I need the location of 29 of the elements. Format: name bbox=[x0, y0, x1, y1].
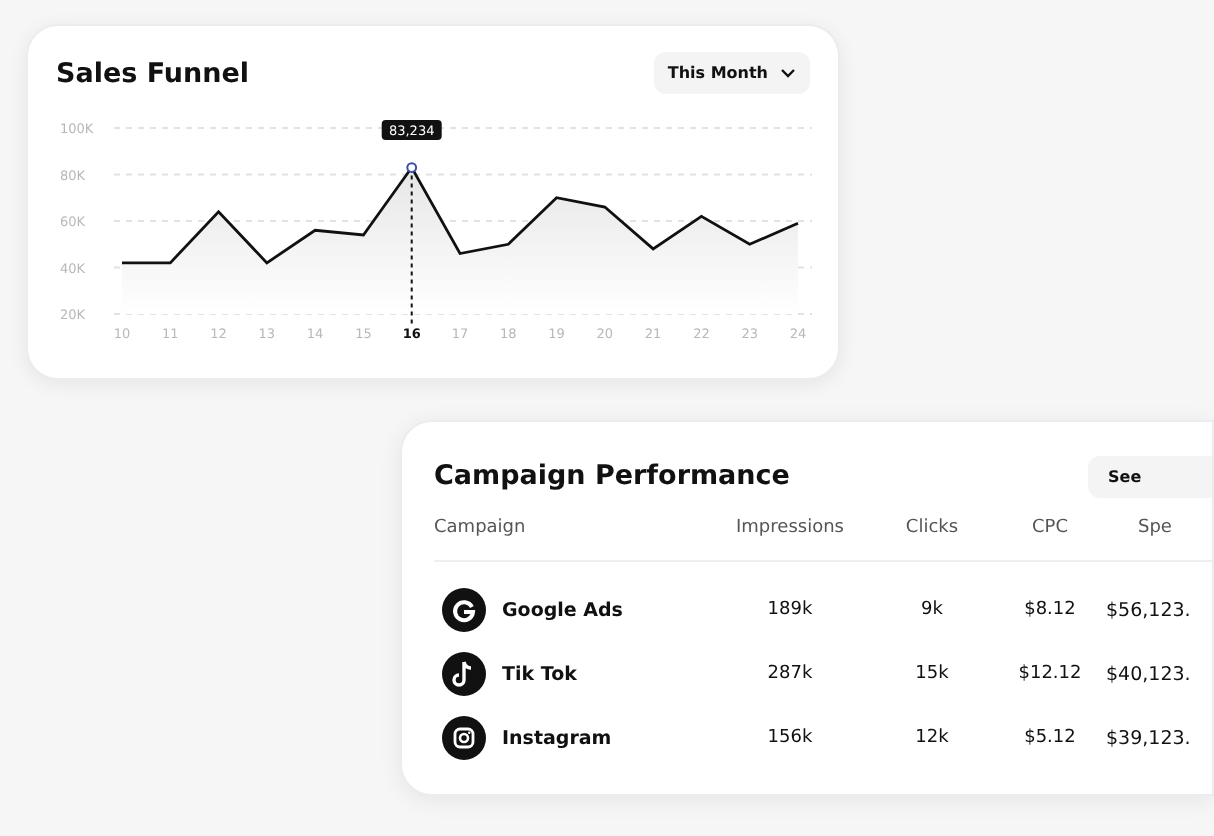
table-cell-text: $8.12 bbox=[1022, 598, 1078, 624]
table-cell-text: $5.12 bbox=[1022, 726, 1078, 752]
table-cell-text: 156k bbox=[765, 726, 815, 752]
table-cell-text: 189k bbox=[765, 598, 815, 624]
see-all-button[interactable]: See bbox=[1088, 455, 1212, 497]
table-cell-text: 15k bbox=[913, 662, 951, 688]
table-cell-text: 9k bbox=[919, 598, 945, 624]
table-cell-text: $39,123. bbox=[1106, 725, 1193, 753]
chevron-down-icon bbox=[780, 68, 796, 78]
column-header: Impressions bbox=[734, 516, 846, 542]
campaign-name: Google Ads bbox=[502, 599, 623, 621]
campaign-name: Tik Tok bbox=[502, 663, 577, 685]
period-dropdown[interactable]: This Month bbox=[653, 52, 810, 94]
letter-g-icon bbox=[442, 588, 486, 632]
column-header: CPC bbox=[1030, 516, 1070, 542]
table-cell-text: 287k bbox=[765, 662, 815, 688]
card-title: Sales Funnel bbox=[56, 57, 250, 89]
table-cell-text: $56,123. bbox=[1106, 597, 1193, 625]
card-title: Campaign Performance bbox=[434, 460, 790, 492]
campaign-name: Instagram bbox=[502, 727, 612, 749]
data-point bbox=[406, 162, 418, 173]
table-cell-text: $40,123. bbox=[1106, 661, 1193, 689]
table-cell-text: 12k bbox=[913, 726, 951, 752]
column-header: Spe bbox=[1136, 516, 1174, 542]
table-cell-text: $12.12 bbox=[1016, 662, 1084, 688]
column-header: Campaign bbox=[434, 516, 528, 542]
music-note-icon bbox=[442, 652, 486, 696]
column-header: Clicks bbox=[903, 516, 961, 542]
camera-icon bbox=[442, 716, 486, 760]
